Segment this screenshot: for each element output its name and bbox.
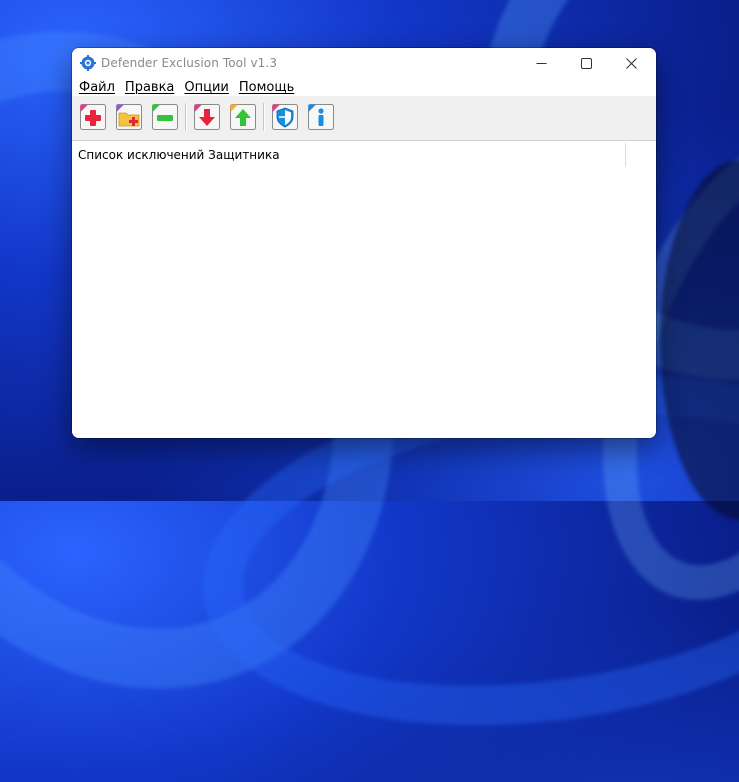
- defender-settings-button[interactable]: [271, 101, 299, 131]
- app-window: Defender Exclusion Tool v1.3 Файл Правка…: [72, 48, 656, 438]
- export-button[interactable]: [229, 101, 257, 131]
- add-exclusion-button[interactable]: [79, 101, 107, 131]
- exclusion-list[interactable]: Список исключений Защитника: [72, 141, 656, 438]
- remove-icon: [152, 104, 178, 130]
- close-icon: [626, 57, 637, 69]
- minimize-icon: [536, 62, 547, 64]
- defender-shield-icon: [272, 104, 298, 130]
- menu-edit[interactable]: Правка: [123, 80, 176, 95]
- add-folder-icon: [116, 104, 142, 130]
- column-divider[interactable]: [625, 143, 626, 167]
- about-button[interactable]: [307, 101, 335, 131]
- close-button[interactable]: [609, 48, 654, 78]
- maximize-icon: [581, 57, 592, 69]
- minimize-button[interactable]: [519, 48, 564, 78]
- toolbar-separator: [263, 103, 265, 131]
- export-icon: [230, 104, 256, 130]
- menu-help[interactable]: Помощь: [237, 80, 296, 95]
- toolbar-separator: [185, 103, 187, 131]
- remove-exclusion-button[interactable]: [151, 101, 179, 131]
- add-icon: [80, 104, 106, 130]
- import-button[interactable]: [193, 101, 221, 131]
- title-bar[interactable]: Defender Exclusion Tool v1.3: [72, 48, 656, 78]
- window-title: Defender Exclusion Tool v1.3: [101, 56, 278, 70]
- info-icon: [308, 104, 334, 130]
- list-column-header[interactable]: Список исключений Защитника: [78, 148, 280, 162]
- menu-bar: Файл Правка Опции Помощь: [72, 78, 656, 96]
- maximize-button[interactable]: [564, 48, 609, 78]
- menu-options[interactable]: Опции: [182, 80, 230, 95]
- app-icon: [80, 55, 96, 71]
- menu-file[interactable]: Файл: [77, 80, 117, 95]
- import-icon: [194, 104, 220, 130]
- toolbar: [72, 96, 656, 141]
- add-folder-button[interactable]: [115, 101, 143, 131]
